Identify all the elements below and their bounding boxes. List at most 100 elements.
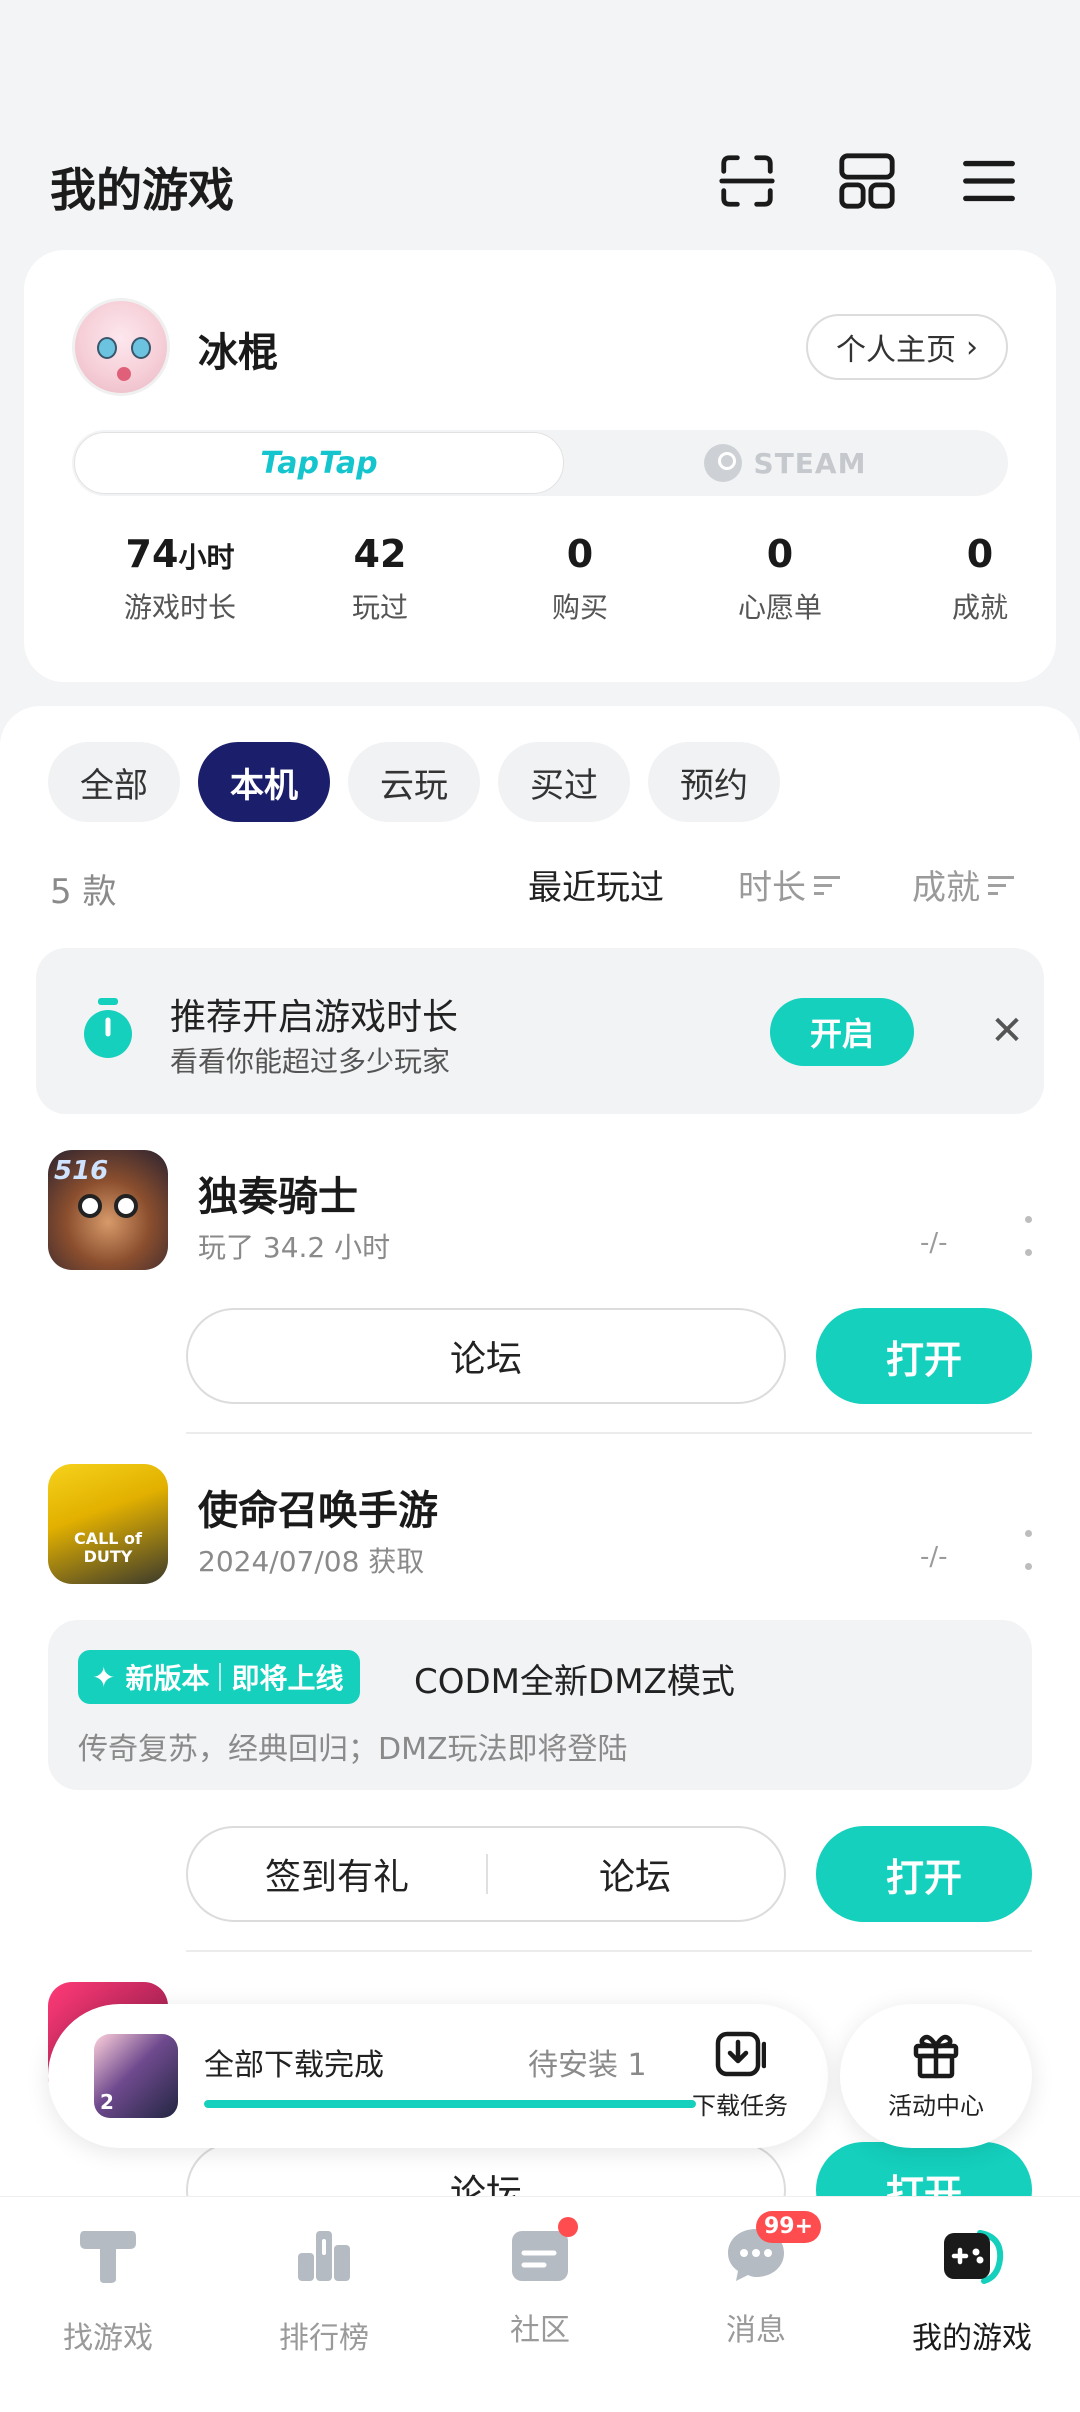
stat-label: 游戏时长: [123, 591, 236, 624]
avatar[interactable]: [72, 298, 170, 396]
game-name[interactable]: 使命召唤手游: [198, 1478, 438, 1536]
download-thumbnail: 2: [94, 2034, 178, 2118]
nav-my-games[interactable]: 我的游戏: [864, 2223, 1080, 2357]
filter-local[interactable]: 本机: [198, 742, 330, 822]
stat-value: 74: [125, 532, 179, 576]
username: 冰棍: [198, 330, 278, 376]
stat-label: 玩过: [351, 591, 408, 624]
filter-all[interactable]: 全部: [48, 742, 180, 822]
filter-bought[interactable]: 买过: [498, 742, 630, 822]
open-game-button[interactable]: 打开: [816, 1826, 1032, 1922]
page-title: 我的游戏: [50, 163, 234, 217]
new-version-badge: ✦ 新版本 即将上线: [78, 1650, 360, 1704]
game-list-sheet: 全部 本机 云玩 买过 预约 5 款 最近玩过 时长 成就 推荐开启游戏时长 看…: [0, 706, 1080, 2238]
download-task-label: 下载任务: [692, 2092, 788, 2120]
top-header: 我的游戏: [0, 140, 1080, 230]
badge-right: 即将上线: [231, 1662, 344, 1695]
game-rating: -/-: [920, 1228, 948, 1258]
profile-card: 冰棍 个人主页 › TapTap STEAM 74小时 游戏时长 42 玩过 0…: [24, 250, 1056, 682]
divider: [186, 1950, 1032, 1952]
stat-unit: 小时: [178, 541, 235, 574]
nav-label: 找游戏: [63, 2321, 153, 2356]
download-status-bar[interactable]: 2 全部下载完成 待安装 1 下载任务: [48, 2004, 828, 2148]
nav-label: 消息: [726, 2313, 786, 2348]
message-icon: 99+: [724, 2211, 822, 2287]
more-options-icon[interactable]: [1020, 1216, 1036, 1256]
game-name[interactable]: 独奏骑士: [198, 1164, 358, 1222]
game-icon-text: CALL of DUTY: [73, 1529, 143, 1566]
playtime-tip-card: 推荐开启游戏时长 看看你能超过多少玩家 开启 ✕: [36, 948, 1044, 1114]
my-games-icon: [944, 2230, 1004, 2284]
activity-center-button[interactable]: 活动中心: [840, 2004, 1032, 2148]
game-meta: 2024/07/08 获取: [198, 1545, 425, 1578]
tab-taptap[interactable]: TapTap: [74, 432, 564, 494]
stat-achievements[interactable]: 0 成就: [880, 532, 1080, 626]
nav-community[interactable]: 社区: [432, 2217, 648, 2349]
stat-played[interactable]: 42 玩过: [280, 532, 480, 626]
nav-label: 排行榜: [279, 2321, 369, 2356]
download-icon: [715, 2031, 766, 2077]
stat-label: 成就: [951, 591, 1008, 624]
dual-action-button: 签到有礼 论坛: [186, 1826, 786, 1922]
divider: [186, 1432, 1032, 1434]
open-game-button[interactable]: 打开: [816, 1308, 1032, 1404]
stat-wishlist[interactable]: 0 心愿单: [680, 532, 880, 626]
game-icon-text: 516: [54, 1156, 109, 1186]
sort-duration-label: 时长: [738, 868, 806, 908]
pending-install: 待安装 1: [528, 2048, 647, 2083]
tab-steam[interactable]: STEAM: [564, 432, 1006, 494]
stopwatch-icon: [84, 998, 132, 1058]
unread-badge: 99+: [756, 2211, 822, 2243]
stat-value: 0: [966, 532, 994, 576]
more-options-icon[interactable]: [1020, 1530, 1036, 1570]
sort-recent[interactable]: 最近玩过: [528, 860, 664, 909]
sort-achievement[interactable]: 成就: [912, 860, 1014, 909]
activity-center-label: 活动中心: [888, 2092, 984, 2120]
community-icon: [508, 2217, 578, 2287]
sort-icon: [988, 874, 1014, 896]
news-subtitle: 传奇复苏，经典回归；DMZ玩法即将登陆: [78, 1732, 628, 1767]
notification-dot: [558, 2217, 578, 2237]
checkin-button[interactable]: 签到有礼: [188, 1828, 486, 1920]
nav-messages[interactable]: 99+ 消息: [648, 2211, 864, 2349]
stat-value: 42: [353, 532, 407, 576]
stats-row: 74小时 游戏时长 42 玩过 0 购买 0 心愿单 0 成就: [24, 532, 1056, 642]
stat-label: 心愿单: [737, 591, 822, 624]
news-card[interactable]: ✦ 新版本 即将上线 CODM全新DMZ模式 传奇复苏，经典回归；DMZ玩法即将…: [48, 1620, 1032, 1790]
forum-button[interactable]: 论坛: [186, 1308, 786, 1404]
download-progress-bar: [204, 2100, 696, 2108]
nav-ranking[interactable]: 排行榜: [216, 2223, 432, 2357]
chevron-right-icon: ›: [966, 329, 978, 365]
download-thumb-text: 2: [100, 2090, 114, 2114]
stat-label: 购买: [551, 591, 608, 624]
stat-purchased[interactable]: 0 购买: [480, 532, 680, 626]
close-icon[interactable]: ✕: [982, 1006, 1032, 1056]
menu-icon[interactable]: [954, 146, 1024, 216]
filter-cloud[interactable]: 云玩: [348, 742, 480, 822]
tip-title: 推荐开启游戏时长: [170, 997, 459, 1038]
find-games-icon: [80, 2231, 136, 2283]
sparkle-icon: ✦: [92, 1660, 116, 1694]
nav-find-games[interactable]: 找游戏: [0, 2223, 216, 2357]
stat-playtime[interactable]: 74小时 游戏时长: [80, 532, 280, 626]
platform-switch: TapTap STEAM: [72, 430, 1008, 496]
download-title: 全部下载完成: [204, 2048, 384, 2083]
game-icon-soul-knight[interactable]: 516: [48, 1150, 168, 1270]
tip-subtitle: 看看你能超过多少玩家: [170, 1045, 451, 1078]
news-title: CODM全新DMZ模式: [414, 1662, 735, 1702]
sort-duration[interactable]: 时长: [738, 860, 840, 909]
steam-icon: [703, 444, 742, 482]
enable-playtime-button[interactable]: 开启: [770, 998, 914, 1066]
layout-grid-icon[interactable]: [832, 146, 902, 216]
profile-page-button[interactable]: 个人主页 ›: [806, 314, 1008, 380]
download-task-button[interactable]: 下载任务: [680, 2028, 800, 2121]
scan-icon[interactable]: [712, 146, 782, 216]
forum-button[interactable]: 论坛: [486, 1828, 784, 1920]
tab-steam-label: STEAM: [753, 446, 867, 480]
stat-value: 0: [566, 532, 594, 576]
bottom-navigation: 找游戏 排行榜 社区 99+ 消息 我的游戏: [0, 2196, 1080, 2412]
nav-label: 我的游戏: [912, 2321, 1032, 2356]
game-icon-codm[interactable]: CALL of DUTY: [48, 1464, 168, 1584]
filter-reserved[interactable]: 预约: [648, 742, 780, 822]
game-count: 5 款: [50, 872, 117, 912]
